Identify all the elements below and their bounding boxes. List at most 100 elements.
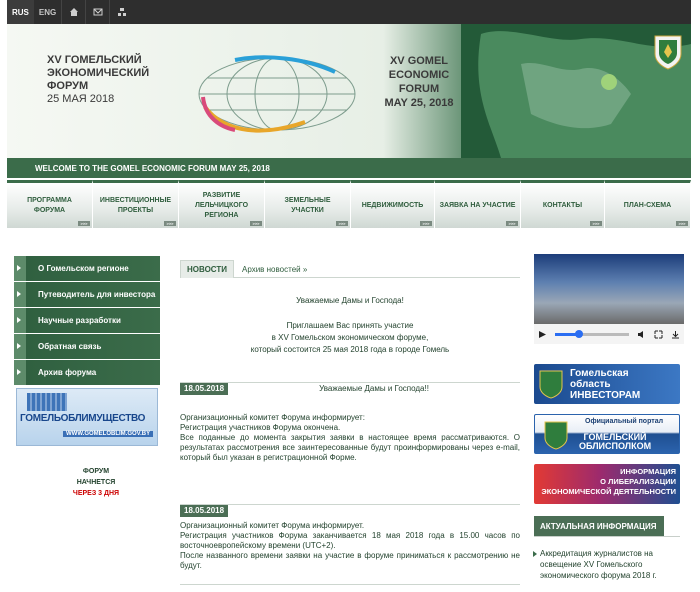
- news-text: Организационный комитет Форума информиру…: [180, 521, 365, 530]
- portal-line3: ОБЛИСПОЛКОМ: [579, 441, 652, 451]
- title-en-line3: FORUM: [398, 83, 440, 95]
- nav-item-investment-projects[interactable]: ИНВЕСТИЦИОННЫЕ ПРОЕКТЫ >>>: [93, 180, 179, 228]
- portal-banner-title: ГОМЕЛЬСКИЙ ОБЛИСПОЛКОМ: [579, 433, 651, 451]
- region-emblem-icon: [539, 370, 563, 399]
- region-emblem-icon: [654, 35, 682, 70]
- arrow-right-icon: [14, 334, 26, 359]
- title-en-line1: XV GOMEL: [389, 55, 449, 67]
- video-scrubber[interactable]: [575, 329, 583, 338]
- sitemap-icon[interactable]: [109, 0, 133, 24]
- title-ru-line3: ФОРУМ: [47, 80, 89, 92]
- home-icon[interactable]: [61, 0, 85, 24]
- left-menu: О Гомельском регионе Путеводитель для ин…: [14, 256, 160, 386]
- fullscreen-icon[interactable]: [654, 330, 663, 339]
- nav-item-label: ЗЕМЕЛЬНЫЕ УЧАСТКИ: [284, 196, 331, 214]
- more-icon: >>>: [506, 221, 518, 226]
- portal-banner-caption: Официальный портал: [585, 418, 664, 425]
- play-icon[interactable]: [538, 330, 547, 339]
- arrow-right-icon: [14, 282, 26, 307]
- news-dateline: 18.05.2018 Уважаемые Дамы и Господа!!: [180, 382, 520, 395]
- forum-title-ru: XV ГОМЕЛЬСКИЙ ЭКОНОМИЧЕСКИЙ ФОРУМ 25 МАЯ…: [47, 54, 187, 106]
- lang-ru-link[interactable]: RUS: [7, 0, 34, 24]
- left-menu-label: Архив форума: [38, 368, 97, 377]
- oblispolkom-portal-banner[interactable]: Официальный портал ГОМЕЛЬСКИЙ ОБЛИСПОЛКО…: [534, 414, 680, 454]
- investors-banner-text: Гомельская область ИНВЕСТОРАМ: [570, 368, 640, 401]
- invite-line1: Приглашаем Вас принять участие: [286, 321, 414, 330]
- title-ru-line1: XV ГОМЕЛЬСКИЙ: [47, 54, 142, 66]
- nav-item-real-estate[interactable]: НЕДВИЖИМОСТЬ >>>: [351, 180, 435, 228]
- nav-item-site-plan[interactable]: ПЛАН-СХЕМА >>>: [605, 180, 691, 228]
- left-menu-item-research[interactable]: Научные разработки: [14, 308, 160, 333]
- nav-item-label: КОНТАКТЫ: [542, 201, 583, 209]
- nav-item-land-plots[interactable]: ЗЕМЕЛЬНЫЕ УЧАСТКИ >>>: [265, 180, 351, 228]
- liberalization-banner-text: ИНФОРМАЦИЯ О ЛИБЕРАЛИЗАЦИИ ЭКОНОМИЧЕСКОЙ…: [541, 467, 676, 497]
- nav-item-lelchitsy-region[interactable]: РАЗВИТИЕ ЛЕЛЬЧИЦКОГО РЕГИОНА >>>: [179, 180, 265, 228]
- tab-news[interactable]: НОВОСТИ: [180, 260, 235, 278]
- nav-item-label: ПЛАН-СХЕМА: [623, 201, 672, 209]
- liberalization-line3: ЭКОНОМИЧЕСКОЙ ДЕЯТЕЛЬНОСТИ: [541, 487, 676, 496]
- more-icon: >>>: [164, 221, 176, 226]
- mail-icon[interactable]: [85, 0, 109, 24]
- imu-banner-url: WWW.GOMELOBLIM.GOV.BY: [63, 431, 154, 437]
- news-tabs: НОВОСТИ Архив новостей »: [180, 260, 520, 278]
- left-menu-item-investor-guide[interactable]: Путеводитель для инвестора: [14, 282, 160, 307]
- nav-item-contacts[interactable]: КОНТАКТЫ >>>: [521, 180, 605, 228]
- news-divider: [180, 584, 520, 585]
- news-text: Организационный комитет Форума информиру…: [180, 413, 365, 422]
- news-text: После названного времени заявки на участ…: [180, 551, 520, 570]
- more-icon: >>>: [420, 221, 432, 226]
- forum-logo-globe-icon: [198, 55, 356, 133]
- volume-icon[interactable]: [637, 330, 646, 339]
- lang-en-link[interactable]: ENG: [34, 0, 61, 24]
- video-frame: [534, 254, 684, 324]
- imu-banner-title: ГОМЕЛЬОБЛИМУЩЕСТВО: [20, 413, 146, 424]
- video-progress-bar[interactable]: [555, 329, 629, 338]
- news-dateline: 18.05.2018: [180, 504, 520, 517]
- left-menu-label: О Гомельском регионе: [38, 264, 129, 273]
- actual-info-link[interactable]: Аккредитация журналистов на освещение XV…: [533, 548, 680, 581]
- countdown-line2: НАЧНЕТСЯ: [76, 479, 116, 486]
- news-item: 18.05.2018 Организационный комитет Форум…: [180, 504, 520, 571]
- news-text: Регистрация участников Форума заканчивае…: [180, 531, 520, 550]
- invitation-text: Приглашаем Вас принять участие в XV Гоме…: [180, 320, 520, 356]
- more-icon: >>>: [676, 221, 688, 226]
- top-bar: RUS ENG: [7, 0, 691, 24]
- video-player[interactable]: [534, 254, 684, 344]
- investors-line2: область: [570, 379, 611, 390]
- news-title[interactable]: Уважаемые Дамы и Господа!!: [228, 384, 520, 394]
- nav-item-application[interactable]: ЗАЯВКА НА УЧАСТИЕ >>>: [435, 180, 521, 228]
- region-emblem-icon: [544, 421, 568, 450]
- news-date: 18.05.2018: [180, 383, 229, 395]
- investors-line1: Гомельская: [570, 368, 629, 379]
- actual-info-header: АКТУАЛЬНАЯ ИНФОРМАЦИЯ: [534, 516, 664, 536]
- news-text: Регистрация участников Форума окончена.: [180, 423, 341, 432]
- title-en-date: MAY 25, 2018: [384, 97, 454, 109]
- gomeloblimushchestvo-banner[interactable]: ГОМЕЛЬОБЛИМУЩЕСТВО WWW.GOMELOBLIM.GOV.BY: [16, 388, 158, 446]
- title-ru-line2: ЭКОНОМИЧЕСКИЙ: [47, 67, 150, 79]
- more-icon: >>>: [250, 221, 262, 226]
- forum-title-en: XV GOMEL ECONOMIC FORUM MAY 25, 2018: [369, 54, 469, 110]
- greeting: Уважаемые Дамы и Господа!: [296, 296, 404, 305]
- welcome-strip: WELCOME TO THE GOMEL ECONOMIC FORUM MAY …: [7, 158, 691, 178]
- invite-line3: который состоится 25 мая 2018 года в гор…: [250, 345, 450, 354]
- header-banner: XV ГОМЕЛЬСКИЙ ЭКОНОМИЧЕСКИЙ ФОРУМ 25 МАЯ…: [7, 24, 691, 158]
- main-nav: ПРОГРАММА ФОРУМА >>> ИНВЕСТИЦИОННЫЕ ПРОЕК…: [7, 180, 691, 228]
- arrow-right-icon: [14, 360, 26, 385]
- download-icon[interactable]: [671, 330, 680, 339]
- arrow-right-icon: [14, 308, 26, 333]
- liberalization-banner[interactable]: ИНФОРМАЦИЯ О ЛИБЕРАЛИЗАЦИИ ЭКОНОМИЧЕСКОЙ…: [534, 464, 680, 504]
- investors-line3: ИНВЕСТОРАМ: [570, 390, 641, 401]
- invite-line2: в XV Гомельском экономическом форуме,: [271, 333, 429, 342]
- title-ru-date: 25 МАЯ 2018: [47, 93, 115, 105]
- actual-info-divider: [534, 536, 680, 537]
- nav-item-program[interactable]: ПРОГРАММА ФОРУМА >>>: [7, 180, 93, 228]
- left-menu-label: Обратная связь: [38, 342, 102, 351]
- countdown-line1: ФОРУМ: [82, 468, 110, 475]
- tab-news-archive[interactable]: Архив новостей »: [242, 260, 307, 278]
- more-icon: >>>: [336, 221, 348, 226]
- left-menu-label: Научные разработки: [38, 316, 121, 325]
- left-menu-item-archive[interactable]: Архив форума: [14, 360, 160, 385]
- left-menu-item-region[interactable]: О Гомельском регионе: [14, 256, 160, 281]
- investors-banner[interactable]: Гомельская область ИНВЕСТОРАМ: [534, 364, 680, 404]
- left-menu-item-feedback[interactable]: Обратная связь: [14, 334, 160, 359]
